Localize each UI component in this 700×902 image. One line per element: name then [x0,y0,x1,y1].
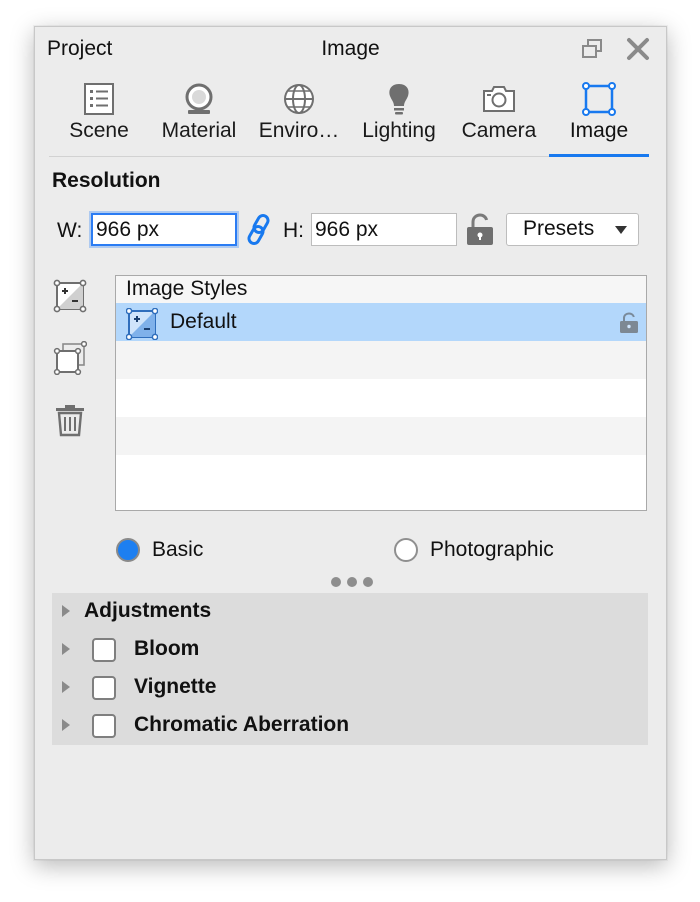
tab-image[interactable]: Image [549,79,649,155]
tab-scene[interactable]: Scene [49,79,149,155]
window-title: Image [321,37,380,60]
vignette-row[interactable]: Vignette [52,669,648,707]
bloom-label: Bloom [134,637,200,660]
material-ball-icon [185,83,213,114]
disclosure-triangle-icon[interactable] [62,719,70,731]
width-input[interactable] [91,213,237,246]
height-input[interactable] [311,213,457,246]
tab-lighting[interactable]: Lighting [349,79,449,155]
basic-label: Basic [152,538,204,561]
scene-list-icon [84,83,114,115]
bloom-checkbox[interactable] [92,638,116,662]
presets-dropdown[interactable]: Presets [506,213,639,246]
disclosure-triangle-icon[interactable] [62,605,70,617]
chromatic-aberration-checkbox[interactable] [92,714,116,738]
add-style-icon[interactable] [53,279,87,313]
image-panel-window: Project Image Scene Material Enviro… Lig… [34,26,667,860]
image-frame-icon [582,82,616,116]
camera-icon [483,86,515,112]
tab-environment[interactable]: Enviro… [249,79,349,155]
list-row-empty [116,341,646,379]
list-item[interactable]: Default [116,303,646,341]
chevron-down-icon [615,226,627,234]
tab-bar: Scene Material Enviro… Lighting Camera I… [49,79,649,155]
height-label: H: [283,219,304,242]
effects-panel: Adjustments Bloom Vignette Chromatic Abe… [52,593,648,745]
tab-label: Camera [461,119,537,142]
image-style-icon [126,308,158,340]
radio-indicator [394,538,418,562]
photographic-label: Photographic [430,538,554,561]
list-row-empty [116,417,646,455]
tab-material[interactable]: Material [149,79,249,155]
tab-label: Image [569,119,629,142]
list-header-label: Image Styles [126,277,248,300]
link-dimensions-icon[interactable] [244,213,274,247]
width-label: W: [57,219,83,242]
disclosure-triangle-icon[interactable] [62,643,70,655]
aspect-lock-icon[interactable] [464,213,496,247]
presets-label: Presets [523,217,595,240]
chromatic-aberration-label: Chromatic Aberration [134,713,350,736]
vignette-label: Vignette [134,675,217,698]
tab-label: Enviro… [258,119,340,142]
list-header: Image Styles [116,276,646,304]
splitter-handle[interactable] [331,577,375,587]
titlebar: Project Image [35,27,666,69]
vignette-checkbox[interactable] [92,676,116,700]
style-name: Default [170,310,237,333]
resolution-title: Resolution [52,169,161,192]
image-styles-list: Image Styles Default [115,275,647,511]
adjustments-row[interactable]: Adjustments [52,593,648,631]
project-label[interactable]: Project [47,37,112,61]
adjustments-label: Adjustments [84,599,212,622]
list-row-empty [116,455,646,493]
tab-label: Material [161,119,237,142]
active-tab-indicator [549,154,649,157]
duplicate-style-icon[interactable] [53,340,88,376]
lightbulb-icon [389,84,409,115]
tab-camera[interactable]: Camera [449,79,549,155]
environment-globe-icon [284,84,314,114]
list-row-empty [116,379,646,417]
tab-label: Scene [69,119,129,142]
trash-icon[interactable] [53,403,87,437]
close-icon[interactable] [625,36,651,62]
bloom-row[interactable]: Bloom [52,631,648,669]
tab-label: Lighting [362,119,436,142]
chromatic-aberration-row[interactable]: Chromatic Aberration [52,707,648,745]
lock-icon[interactable] [618,312,640,334]
disclosure-triangle-icon[interactable] [62,681,70,693]
restore-window-icon[interactable] [579,36,605,62]
radio-indicator [116,538,140,562]
